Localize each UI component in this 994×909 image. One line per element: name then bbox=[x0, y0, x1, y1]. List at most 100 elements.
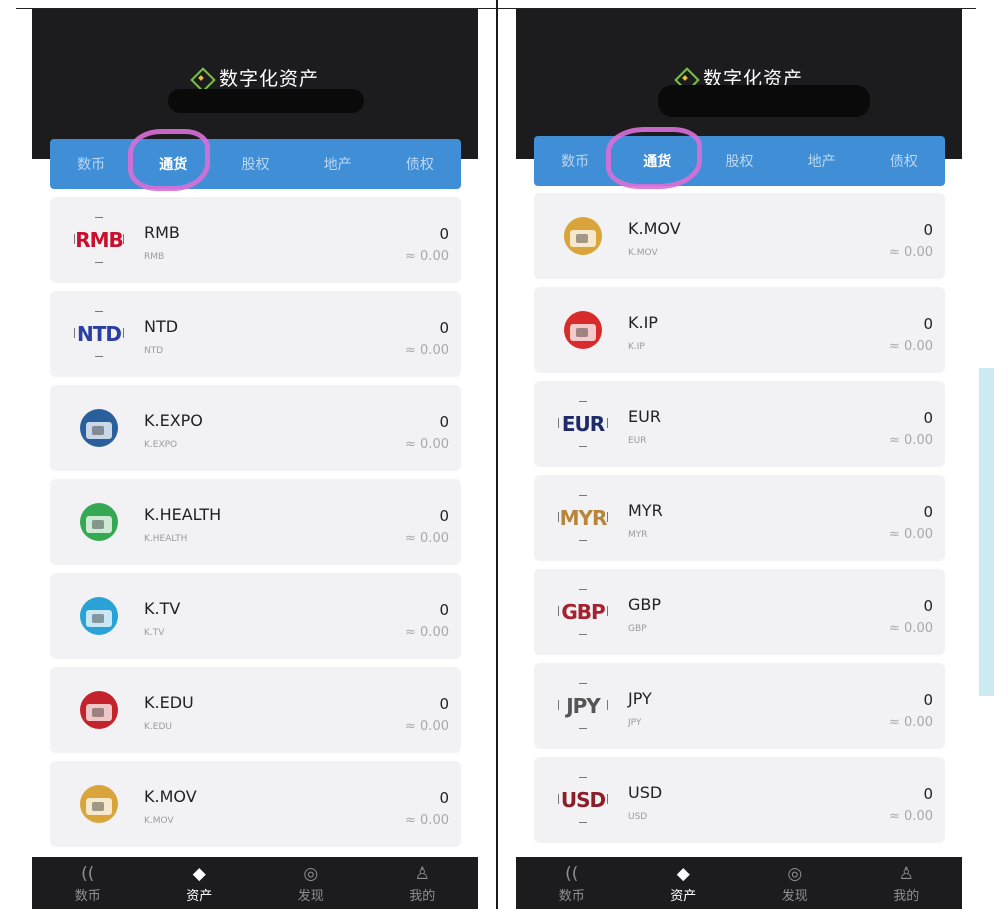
app-logo-icon bbox=[191, 68, 211, 88]
asset-row[interactable]: K.HEALTH K.HEALTH 0 ≈ 0.00 bbox=[50, 479, 461, 565]
tab-bonds[interactable]: 债权 bbox=[863, 151, 945, 171]
person-icon: ♙ bbox=[414, 863, 430, 884]
left-screen: 数字化资产 数币 通货 股权 地产 债权 RMB RMB RMB 0 ≈ 0.00 NTD… bbox=[16, 9, 494, 909]
asset-amount: 0 bbox=[439, 601, 449, 619]
asset-amount: 0 bbox=[923, 315, 933, 333]
nav-label: 数币 bbox=[558, 888, 585, 904]
asset-name: K.EDU bbox=[144, 693, 194, 712]
app-header: 数字化资产 bbox=[32, 9, 478, 159]
asset-category-tabs: 数币 通货 股权 地产 债权 bbox=[50, 139, 461, 189]
asset-category-tabs: 数币 通货 股权 地产 债权 bbox=[534, 136, 945, 186]
side-scroll-indicator bbox=[979, 368, 994, 696]
redacted-address bbox=[658, 85, 870, 117]
asset-amount: 0 bbox=[439, 789, 449, 807]
app-title: 数字化资产 bbox=[218, 68, 319, 90]
asset-value: ≈ 0.00 bbox=[889, 621, 933, 636]
nav-discover[interactable]: ◎ 发现 bbox=[739, 863, 851, 904]
nav-me[interactable]: ♙ 我的 bbox=[851, 863, 963, 904]
layers-icon: ◆ bbox=[192, 863, 206, 884]
redacted-address bbox=[168, 89, 364, 113]
asset-value: ≈ 0.00 bbox=[405, 343, 449, 358]
nav-label: 我的 bbox=[409, 888, 436, 904]
discover-icon: ◎ bbox=[303, 863, 319, 884]
nav-assets[interactable]: ◆ 资产 bbox=[628, 863, 740, 904]
bottom-navigation: (( 数币 ◆ 资产 ◎ 发现 ♙ 我的 bbox=[32, 857, 478, 909]
asset-row[interactable]: USD USD USD 0 ≈ 0.00 bbox=[534, 757, 945, 843]
nav-discover[interactable]: ◎ 发现 bbox=[255, 863, 367, 904]
asset-code: EUR bbox=[628, 436, 647, 446]
nav-coins[interactable]: (( 数币 bbox=[516, 863, 628, 904]
asset-code: K.EXPO bbox=[144, 440, 178, 450]
asset-row[interactable]: RMB RMB RMB 0 ≈ 0.00 bbox=[50, 197, 461, 283]
nav-label: 我的 bbox=[893, 888, 920, 904]
asset-row[interactable]: GBP GBP GBP 0 ≈ 0.00 bbox=[534, 569, 945, 655]
asset-value: ≈ 0.00 bbox=[405, 719, 449, 734]
asset-code: NTD bbox=[144, 346, 164, 356]
asset-name: JPY bbox=[628, 689, 652, 708]
asset-amount: 0 bbox=[923, 503, 933, 521]
bottom-navigation: (( 数币 ◆ 资产 ◎ 发现 ♙ 我的 bbox=[516, 857, 962, 909]
asset-row[interactable]: JPY JPY JPY 0 ≈ 0.00 bbox=[534, 663, 945, 749]
right-screen: 数字化资产 数币 通货 股权 地产 债权 K.MOV K.MOV 0 ≈ 0.00 K.… bbox=[500, 9, 978, 909]
asset-row[interactable]: K.IP K.IP 0 ≈ 0.00 bbox=[534, 287, 945, 373]
asset-row[interactable]: MYR MYR MYR 0 ≈ 0.00 bbox=[534, 475, 945, 561]
currency-icon: GBP bbox=[558, 589, 608, 635]
asset-name: K.MOV bbox=[144, 787, 197, 806]
hand-drawn-highlight bbox=[606, 127, 702, 189]
asset-value: ≈ 0.00 bbox=[889, 433, 933, 448]
asset-name: MYR bbox=[628, 501, 663, 520]
currency-icon: NTD bbox=[74, 311, 124, 357]
asset-code: K.EDU bbox=[144, 722, 172, 732]
asset-name: NTD bbox=[144, 317, 179, 336]
asset-value: ≈ 0.00 bbox=[405, 249, 449, 264]
nav-coins[interactable]: (( 数币 bbox=[32, 863, 144, 904]
asset-row[interactable]: K.MOV K.MOV 0 ≈ 0.00 bbox=[50, 761, 461, 847]
tab-equity[interactable]: 股权 bbox=[698, 151, 780, 171]
currency-icon bbox=[74, 405, 124, 451]
currency-icon bbox=[74, 781, 124, 827]
asset-name: K.TV bbox=[144, 599, 181, 618]
asset-row[interactable]: K.TV K.TV 0 ≈ 0.00 bbox=[50, 573, 461, 659]
tab-equity[interactable]: 股权 bbox=[214, 154, 296, 174]
asset-code: MYR bbox=[628, 530, 648, 540]
tab-digital-currency[interactable]: 数币 bbox=[50, 154, 132, 174]
asset-code: K.MOV bbox=[628, 248, 658, 258]
hand-drawn-highlight bbox=[128, 129, 210, 191]
currency-icon: MYR bbox=[558, 495, 608, 541]
currency-icon: USD bbox=[558, 777, 608, 823]
asset-code: K.MOV bbox=[144, 816, 174, 826]
asset-amount: 0 bbox=[439, 225, 449, 243]
asset-amount: 0 bbox=[923, 691, 933, 709]
asset-row[interactable]: K.MOV K.MOV 0 ≈ 0.00 bbox=[534, 193, 945, 279]
tab-bonds[interactable]: 债权 bbox=[379, 154, 461, 174]
asset-value: ≈ 0.00 bbox=[889, 527, 933, 542]
asset-row[interactable]: K.EDU K.EDU 0 ≈ 0.00 bbox=[50, 667, 461, 753]
asset-list: K.MOV K.MOV 0 ≈ 0.00 K.IP K.IP 0 ≈ 0.00 EUR EUR EU… bbox=[534, 193, 945, 851]
tab-digital-currency[interactable]: 数币 bbox=[534, 151, 616, 171]
asset-code: JPY bbox=[628, 718, 642, 728]
asset-name: K.HEALTH bbox=[144, 505, 222, 524]
nav-label: 资产 bbox=[186, 888, 213, 904]
asset-amount: 0 bbox=[923, 221, 933, 239]
nav-label: 发现 bbox=[297, 888, 324, 904]
nav-assets[interactable]: ◆ 资产 bbox=[144, 863, 256, 904]
currency-icon bbox=[558, 307, 608, 353]
asset-code: GBP bbox=[628, 624, 647, 634]
nav-me[interactable]: ♙ 我的 bbox=[367, 863, 479, 904]
asset-row[interactable]: K.EXPO K.EXPO 0 ≈ 0.00 bbox=[50, 385, 461, 471]
tab-real-estate[interactable]: 地产 bbox=[781, 151, 863, 171]
asset-row[interactable]: EUR EUR EUR 0 ≈ 0.00 bbox=[534, 381, 945, 467]
nav-label: 发现 bbox=[781, 888, 808, 904]
asset-code: USD bbox=[628, 812, 648, 822]
person-icon: ♙ bbox=[898, 863, 914, 884]
asset-value: ≈ 0.00 bbox=[405, 813, 449, 828]
asset-name: GBP bbox=[628, 595, 662, 614]
asset-code: K.IP bbox=[628, 342, 645, 352]
currency-icon bbox=[74, 499, 124, 545]
nav-label: 资产 bbox=[670, 888, 697, 904]
asset-row[interactable]: NTD NTD NTD 0 ≈ 0.00 bbox=[50, 291, 461, 377]
tab-real-estate[interactable]: 地产 bbox=[297, 154, 379, 174]
asset-name: RMB bbox=[144, 223, 180, 242]
currency-icon bbox=[74, 687, 124, 733]
asset-value: ≈ 0.00 bbox=[889, 339, 933, 354]
